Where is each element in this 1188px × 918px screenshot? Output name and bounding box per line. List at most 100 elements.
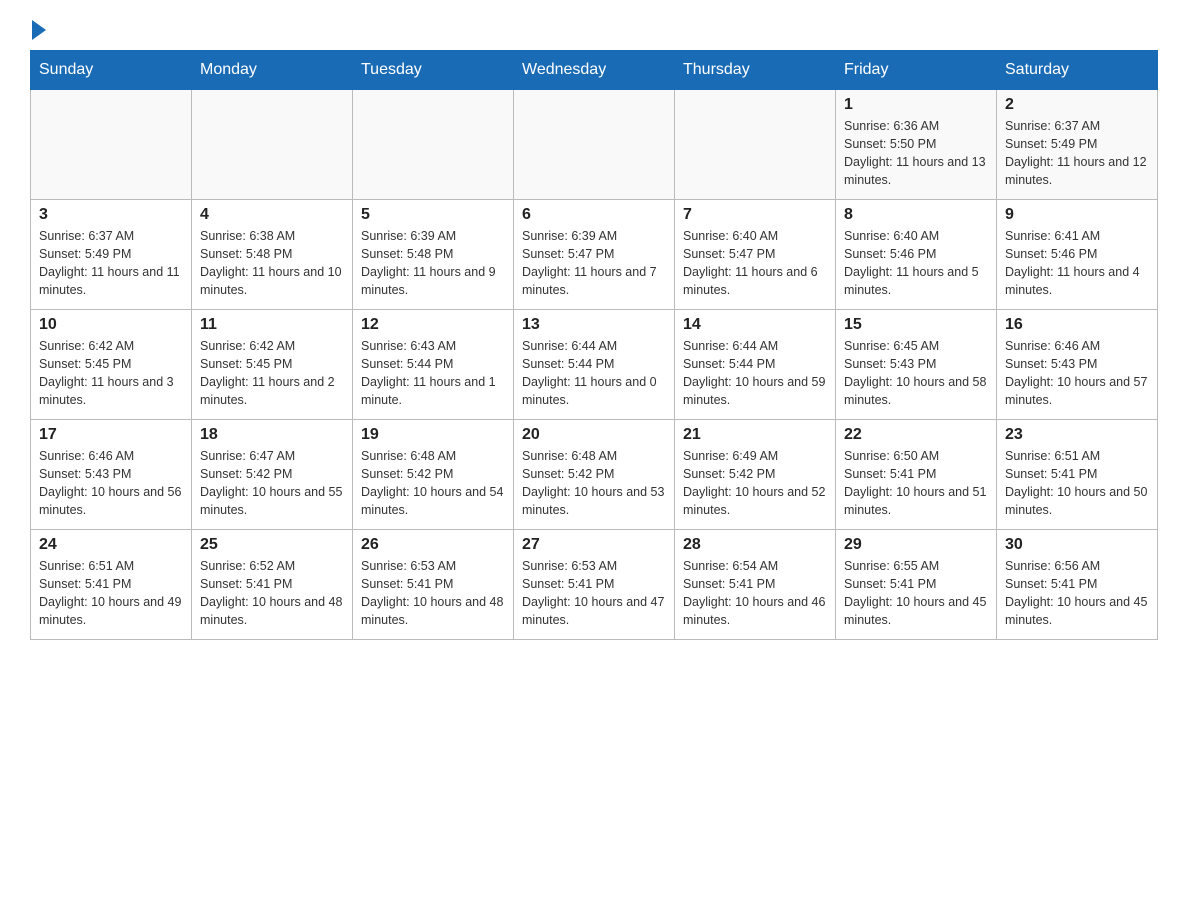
day-info: Sunrise: 6:37 AMSunset: 5:49 PMDaylight:… (39, 227, 183, 300)
day-info: Sunrise: 6:51 AMSunset: 5:41 PMDaylight:… (39, 557, 183, 630)
calendar-table: SundayMondayTuesdayWednesdayThursdayFrid… (30, 50, 1158, 640)
calendar-week-row: 3 Sunrise: 6:37 AMSunset: 5:49 PMDaylight… (31, 200, 1158, 310)
calendar-week-row: 24 Sunrise: 6:51 AMSunset: 5:41 PMDayligh… (31, 530, 1158, 640)
calendar-cell: 23 Sunrise: 6:51 AMSunset: 5:41 PMDayligh… (997, 420, 1158, 530)
day-info: Sunrise: 6:53 AMSunset: 5:41 PMDaylight:… (522, 557, 666, 630)
day-number: 16 (1005, 316, 1149, 334)
day-info: Sunrise: 6:39 AMSunset: 5:47 PMDaylight:… (522, 227, 666, 300)
day-info: Sunrise: 6:40 AMSunset: 5:46 PMDaylight:… (844, 227, 988, 300)
calendar-cell: 17Sunrise: 6:46 AMSunset: 5:43 PMDayligh… (31, 420, 192, 530)
day-info: Sunrise: 6:42 AMSunset: 5:45 PMDaylight:… (200, 337, 344, 410)
calendar-cell (353, 90, 514, 200)
day-number: 20 (522, 426, 666, 444)
calendar-cell: 5 Sunrise: 6:39 AMSunset: 5:48 PMDaylight… (353, 200, 514, 310)
day-info: Sunrise: 6:44 AMSunset: 5:44 PMDaylight:… (522, 337, 666, 410)
day-info: Sunrise: 6:56 AMSunset: 5:41 PMDaylight:… (1005, 557, 1149, 630)
calendar-cell: 10 Sunrise: 6:42 AMSunset: 5:45 PMDayligh… (31, 310, 192, 420)
day-info: Sunrise: 6:51 AMSunset: 5:41 PMDaylight:… (1005, 447, 1149, 520)
calendar-cell: 2 Sunrise: 6:37 AMSunset: 5:49 PMDaylight… (997, 90, 1158, 200)
day-number: 26 (361, 536, 505, 554)
logo-arrow-icon (32, 20, 46, 40)
day-info: Sunrise: 6:40 AMSunset: 5:47 PMDaylight:… (683, 227, 827, 300)
day-number: 10 (39, 316, 183, 334)
calendar-cell: 29 Sunrise: 6:55 AMSunset: 5:41 PMDayligh… (836, 530, 997, 640)
calendar-week-row: 1 Sunrise: 6:36 AMSunset: 5:50 PMDaylight… (31, 90, 1158, 200)
day-info: Sunrise: 6:53 AMSunset: 5:41 PMDaylight:… (361, 557, 505, 630)
day-info: Sunrise: 6:37 AMSunset: 5:49 PMDaylight:… (1005, 117, 1149, 190)
day-info: Sunrise: 6:46 AMSunset: 5:43 PMDaylight:… (39, 447, 183, 520)
day-number: 4 (200, 206, 344, 224)
logo (30, 20, 48, 40)
day-info: Sunrise: 6:41 AMSunset: 5:46 PMDaylight:… (1005, 227, 1149, 300)
day-number: 28 (683, 536, 827, 554)
day-info: Sunrise: 6:42 AMSunset: 5:45 PMDaylight:… (39, 337, 183, 410)
day-info: Sunrise: 6:48 AMSunset: 5:42 PMDaylight:… (522, 447, 666, 520)
day-info: Sunrise: 6:52 AMSunset: 5:41 PMDaylight:… (200, 557, 344, 630)
calendar-cell: 26 Sunrise: 6:53 AMSunset: 5:41 PMDayligh… (353, 530, 514, 640)
header-tuesday: Tuesday (353, 51, 514, 90)
day-number: 30 (1005, 536, 1149, 554)
calendar-cell (192, 90, 353, 200)
day-number: 19 (361, 426, 505, 444)
calendar-cell: 12 Sunrise: 6:43 AMSunset: 5:44 PMDayligh… (353, 310, 514, 420)
day-info: Sunrise: 6:49 AMSunset: 5:42 PMDaylight:… (683, 447, 827, 520)
calendar-cell: 9 Sunrise: 6:41 AMSunset: 5:46 PMDaylight… (997, 200, 1158, 310)
day-number: 27 (522, 536, 666, 554)
day-number: 9 (1005, 206, 1149, 224)
calendar-cell: 8 Sunrise: 6:40 AMSunset: 5:46 PMDaylight… (836, 200, 997, 310)
calendar-cell: 16 Sunrise: 6:46 AMSunset: 5:43 PMDayligh… (997, 310, 1158, 420)
calendar-cell: 21 Sunrise: 6:49 AMSunset: 5:42 PMDayligh… (675, 420, 836, 530)
day-number: 25 (200, 536, 344, 554)
day-number: 24 (39, 536, 183, 554)
calendar-cell: 14 Sunrise: 6:44 AMSunset: 5:44 PMDayligh… (675, 310, 836, 420)
calendar-cell: 30 Sunrise: 6:56 AMSunset: 5:41 PMDayligh… (997, 530, 1158, 640)
day-number: 29 (844, 536, 988, 554)
calendar-header-row: SundayMondayTuesdayWednesdayThursdayFrid… (31, 51, 1158, 90)
header-friday: Friday (836, 51, 997, 90)
day-info: Sunrise: 6:38 AMSunset: 5:48 PMDaylight:… (200, 227, 344, 300)
calendar-cell: 28 Sunrise: 6:54 AMSunset: 5:41 PMDayligh… (675, 530, 836, 640)
day-info: Sunrise: 6:47 AMSunset: 5:42 PMDaylight:… (200, 447, 344, 520)
page-header (30, 20, 1158, 40)
header-wednesday: Wednesday (514, 51, 675, 90)
calendar-cell: 3 Sunrise: 6:37 AMSunset: 5:49 PMDaylight… (31, 200, 192, 310)
calendar-week-row: 10 Sunrise: 6:42 AMSunset: 5:45 PMDayligh… (31, 310, 1158, 420)
calendar-cell: 1 Sunrise: 6:36 AMSunset: 5:50 PMDaylight… (836, 90, 997, 200)
calendar-cell: 15 Sunrise: 6:45 AMSunset: 5:43 PMDayligh… (836, 310, 997, 420)
calendar-cell: 4 Sunrise: 6:38 AMSunset: 5:48 PMDaylight… (192, 200, 353, 310)
calendar-cell: 24 Sunrise: 6:51 AMSunset: 5:41 PMDayligh… (31, 530, 192, 640)
day-number: 2 (1005, 96, 1149, 114)
day-number: 21 (683, 426, 827, 444)
day-info: Sunrise: 6:55 AMSunset: 5:41 PMDaylight:… (844, 557, 988, 630)
day-info: Sunrise: 6:39 AMSunset: 5:48 PMDaylight:… (361, 227, 505, 300)
day-number: 1 (844, 96, 988, 114)
calendar-cell: 13Sunrise: 6:44 AMSunset: 5:44 PMDayligh… (514, 310, 675, 420)
day-info: Sunrise: 6:44 AMSunset: 5:44 PMDaylight:… (683, 337, 827, 410)
calendar-cell: 11 Sunrise: 6:42 AMSunset: 5:45 PMDayligh… (192, 310, 353, 420)
day-number: 7 (683, 206, 827, 224)
day-number: 15 (844, 316, 988, 334)
day-info: Sunrise: 6:54 AMSunset: 5:41 PMDaylight:… (683, 557, 827, 630)
calendar-cell: 25 Sunrise: 6:52 AMSunset: 5:41 PMDayligh… (192, 530, 353, 640)
day-info: Sunrise: 6:36 AMSunset: 5:50 PMDaylight:… (844, 117, 988, 190)
calendar-cell: 6Sunrise: 6:39 AMSunset: 5:47 PMDaylight… (514, 200, 675, 310)
day-number: 8 (844, 206, 988, 224)
day-number: 11 (200, 316, 344, 334)
day-info: Sunrise: 6:43 AMSunset: 5:44 PMDaylight:… (361, 337, 505, 410)
day-number: 14 (683, 316, 827, 334)
calendar-cell (675, 90, 836, 200)
calendar-cell: 22Sunrise: 6:50 AMSunset: 5:41 PMDayligh… (836, 420, 997, 530)
calendar-cell: 19Sunrise: 6:48 AMSunset: 5:42 PMDayligh… (353, 420, 514, 530)
day-info: Sunrise: 6:46 AMSunset: 5:43 PMDaylight:… (1005, 337, 1149, 410)
day-number: 5 (361, 206, 505, 224)
calendar-cell: 27 Sunrise: 6:53 AMSunset: 5:41 PMDayligh… (514, 530, 675, 640)
calendar-cell: 20 Sunrise: 6:48 AMSunset: 5:42 PMDayligh… (514, 420, 675, 530)
day-number: 12 (361, 316, 505, 334)
header-thursday: Thursday (675, 51, 836, 90)
day-number: 3 (39, 206, 183, 224)
day-number: 18 (200, 426, 344, 444)
day-info: Sunrise: 6:45 AMSunset: 5:43 PMDaylight:… (844, 337, 988, 410)
day-info: Sunrise: 6:50 AMSunset: 5:41 PMDaylight:… (844, 447, 988, 520)
day-number: 23 (1005, 426, 1149, 444)
header-sunday: Sunday (31, 51, 192, 90)
